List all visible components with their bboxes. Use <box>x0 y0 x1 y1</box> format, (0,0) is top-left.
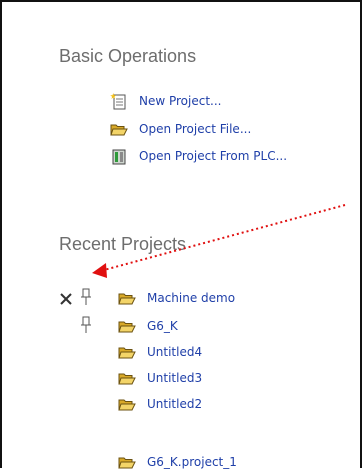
open-folder-icon <box>118 396 136 413</box>
open-folder-icon <box>118 318 136 335</box>
recent-project-label: Untitled2 <box>147 397 203 411</box>
open-project-file-link[interactable]: Open Project File... <box>110 119 251 139</box>
open-folder-icon <box>110 121 128 138</box>
recent-project-label: Machine demo <box>147 291 236 305</box>
recent-project-label: G6_K.project_1 <box>147 455 237 469</box>
pin-button[interactable] <box>79 315 93 335</box>
recent-project-g6-k-project-1[interactable]: G6_K.project_1 <box>118 452 237 472</box>
recent-project-untitled4[interactable]: Untitled4 <box>118 342 202 362</box>
recent-project-untitled2[interactable]: Untitled2 <box>118 394 202 414</box>
basic-operations-heading: Basic Operations <box>59 46 197 66</box>
recent-projects-heading: Recent Projects <box>59 234 187 254</box>
open-project-file-label: Open Project File... <box>139 122 252 136</box>
new-project-label: New Project... <box>139 94 222 108</box>
open-folder-icon <box>118 344 136 361</box>
open-project-from-plc-link[interactable]: Open Project From PLC... <box>110 146 287 166</box>
pin-button[interactable] <box>79 287 93 307</box>
recent-project-label: G6_K <box>147 319 178 333</box>
close-x-icon <box>60 293 72 305</box>
recent-project-label: Untitled4 <box>147 345 203 359</box>
remove-recent-button[interactable] <box>58 289 74 309</box>
pin-icon <box>81 316 91 333</box>
new-project-link[interactable]: New Project... <box>110 91 222 111</box>
plc-device-icon <box>110 148 128 165</box>
recent-project-label: Untitled3 <box>147 371 203 385</box>
recent-project-g6-k[interactable]: G6_K <box>118 316 178 336</box>
new-document-icon <box>110 92 128 110</box>
recent-project-untitled3[interactable]: Untitled3 <box>118 368 202 388</box>
open-folder-icon <box>118 370 136 387</box>
open-project-from-plc-label: Open Project From PLC... <box>139 149 288 163</box>
pin-icon <box>81 288 91 305</box>
recent-project-machine-demo[interactable]: Machine demo <box>118 288 235 308</box>
open-folder-icon <box>118 290 136 307</box>
